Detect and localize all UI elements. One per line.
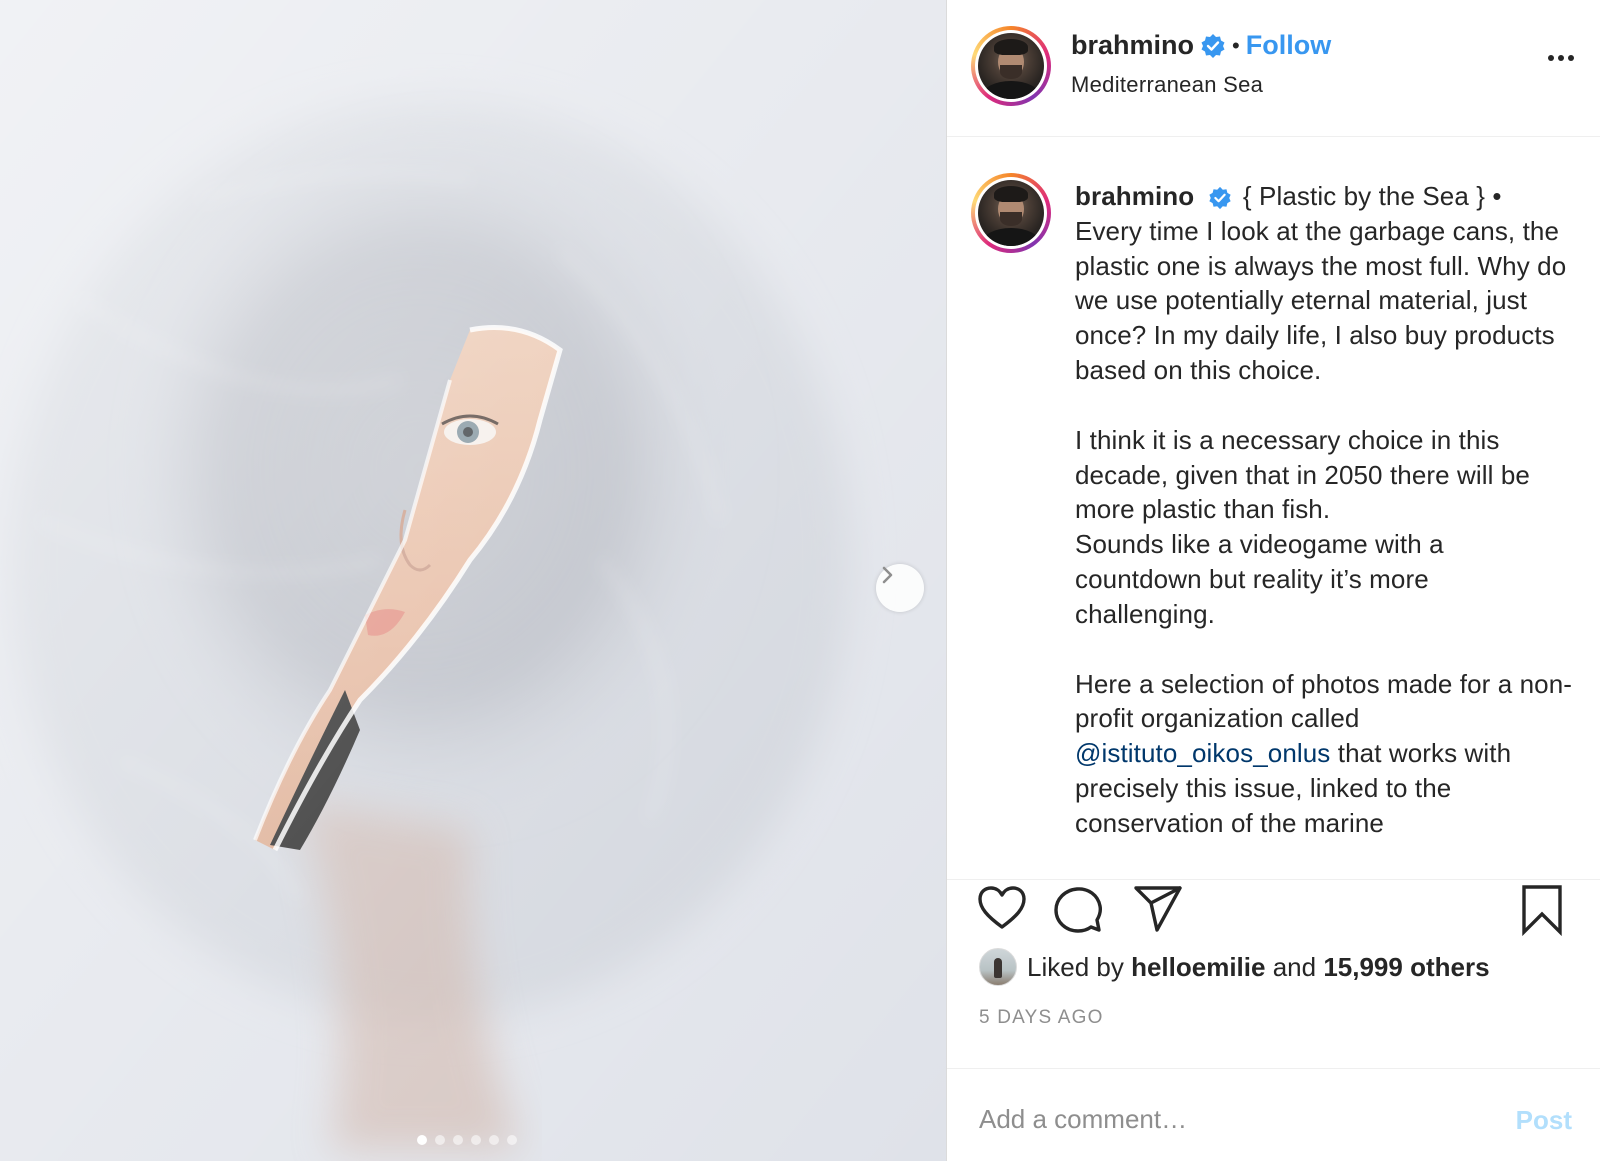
- liker-avatar[interactable]: [979, 948, 1017, 986]
- post-comment-button[interactable]: Post: [1516, 1105, 1572, 1136]
- caption-author-avatar[interactable]: [971, 173, 1051, 253]
- more-options-icon[interactable]: [1548, 55, 1574, 61]
- carousel-dot: [471, 1135, 481, 1145]
- post-caption: brahmino { Plastic by the Sea } • Every …: [1075, 179, 1575, 841]
- carousel-dot: [489, 1135, 499, 1145]
- caption-paragraph: conservation of the marine: [1075, 807, 1384, 838]
- caption-paragraph: I think it is a necessary choice in this…: [1075, 424, 1530, 525]
- header-separator: •: [1232, 32, 1240, 58]
- header-title-row: brahmino • Follow: [1071, 30, 1331, 61]
- carousel-indicator: [417, 1135, 517, 1145]
- verified-badge-icon: [1201, 33, 1225, 58]
- carousel-dot: [507, 1135, 517, 1145]
- verified-badge-icon: [1208, 187, 1231, 210]
- post-timestamp[interactable]: 5 DAYS AGO: [979, 1007, 1104, 1029]
- avatar-image: [978, 33, 1044, 99]
- chevron-right-icon: [882, 566, 893, 584]
- post-side-panel: brahmino • Follow Mediterranean Sea brah…: [946, 0, 1600, 1161]
- comment-input[interactable]: [977, 1103, 1481, 1136]
- liker-username[interactable]: helloemilie: [1131, 952, 1265, 983]
- add-comment-bar: Post: [947, 1068, 1600, 1161]
- author-avatar[interactable]: [971, 26, 1051, 106]
- carousel-dot: [435, 1135, 445, 1145]
- share-icon: [1134, 886, 1182, 932]
- comment-icon: [1054, 887, 1103, 933]
- bookmark-icon: [1522, 885, 1562, 937]
- carousel-dot: [453, 1135, 463, 1145]
- author-username[interactable]: brahmino: [1071, 30, 1194, 61]
- carousel-next-button[interactable]: [876, 564, 924, 612]
- caption-clip: [947, 861, 1600, 879]
- comments-section[interactable]: brahmino { Plastic by the Sea } • Every …: [947, 137, 1600, 880]
- likes-prefix: Liked by: [1027, 951, 1124, 982]
- caption-paragraph: Here a selection of photos made for a no…: [1075, 668, 1573, 734]
- post-media[interactable]: [0, 0, 946, 1161]
- heart-icon: [978, 886, 1026, 929]
- likes-and: and: [1272, 951, 1317, 982]
- like-button[interactable]: [977, 884, 1027, 937]
- follow-button[interactable]: Follow: [1246, 30, 1331, 61]
- caption-paragraph: Sounds like a videogame with a countdown…: [1075, 529, 1444, 629]
- mention-link[interactable]: @istituto_oikos_onlus: [1075, 738, 1330, 768]
- post-location[interactable]: Mediterranean Sea: [1071, 72, 1263, 98]
- instagram-post: brahmino • Follow Mediterranean Sea brah…: [0, 0, 1600, 1161]
- avatar-image: [978, 180, 1044, 246]
- caption-intro: { Plastic by the Sea } • Every time I lo…: [1075, 181, 1567, 385]
- save-button[interactable]: [1520, 884, 1564, 941]
- comment-button[interactable]: [1053, 884, 1103, 939]
- carousel-dot: [417, 1135, 427, 1145]
- likes-summary[interactable]: Liked by helloemilie and 15,999 others: [979, 948, 1490, 986]
- likes-count[interactable]: 15,999 others: [1323, 952, 1489, 983]
- share-button[interactable]: [1133, 885, 1183, 938]
- post-photo: [0, 0, 946, 1161]
- post-header: brahmino • Follow Mediterranean Sea: [947, 0, 1600, 137]
- caption-username[interactable]: brahmino: [1075, 181, 1194, 211]
